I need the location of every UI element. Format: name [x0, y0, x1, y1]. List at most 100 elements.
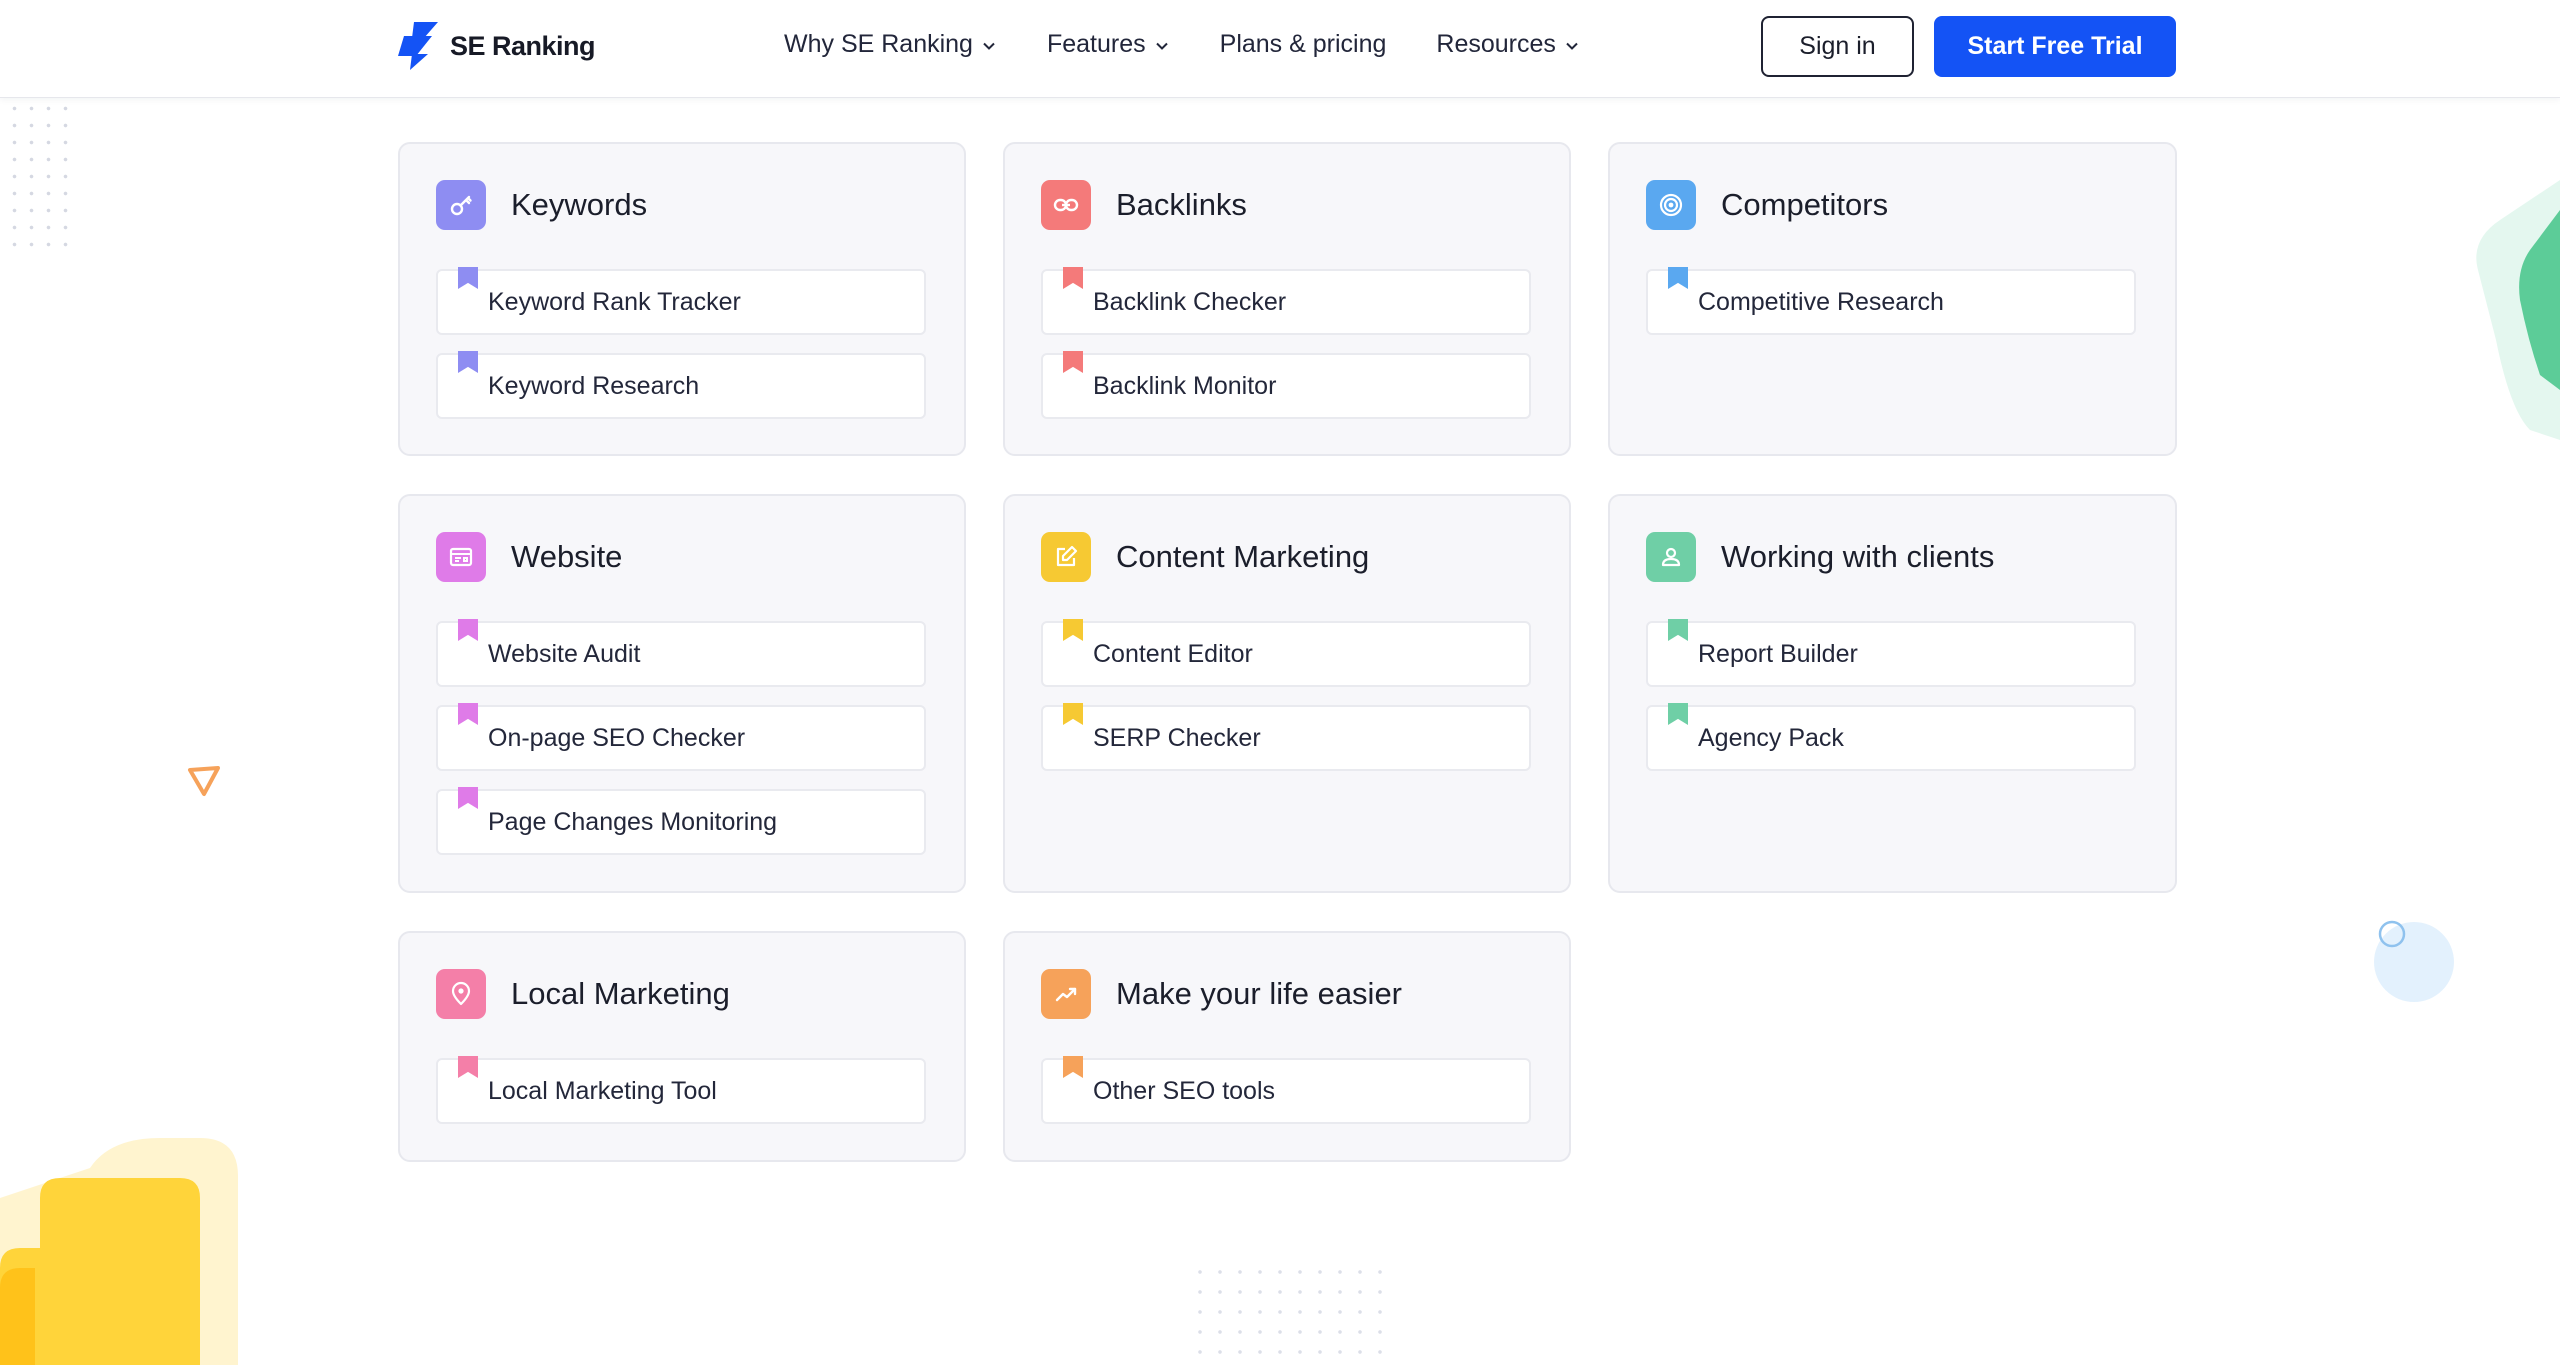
- tool-link-content-editor[interactable]: Content Editor: [1041, 619, 1531, 687]
- tool-link-agency-pack[interactable]: Agency Pack: [1646, 703, 2136, 771]
- tool-label: Backlink Monitor: [1093, 371, 1277, 400]
- tool-label: Backlink Checker: [1093, 287, 1287, 316]
- nav-plans-pricing[interactable]: Plans & pricing: [1220, 30, 1387, 59]
- card-header: Working with clients: [1646, 532, 1994, 582]
- chevron-down-icon: [1155, 42, 1168, 50]
- nav-label: Why SE Ranking: [784, 30, 973, 58]
- bookmark-icon: [458, 787, 478, 809]
- card-header: Local Marketing: [436, 969, 730, 1019]
- category-card-website: Website Website Audit On-page SEO Checke…: [398, 494, 966, 893]
- link-icon: [1041, 180, 1091, 230]
- bookmark-icon: [1063, 703, 1083, 725]
- bookmark-icon: [458, 703, 478, 725]
- category-card-local-marketing: Local Marketing Local Marketing Tool: [398, 931, 966, 1162]
- bubble-decoration: [2374, 920, 2454, 1002]
- tool-link-page-changes-monitoring[interactable]: Page Changes Monitoring: [436, 787, 926, 855]
- tool-link-website-audit[interactable]: Website Audit: [436, 619, 926, 687]
- bookmark-icon: [458, 619, 478, 641]
- tool-label: On-page SEO Checker: [488, 723, 746, 752]
- category-card-make-your-life-easier: Make your life easier Other SEO tools: [1003, 931, 1571, 1162]
- tool-label: Other SEO tools: [1093, 1076, 1276, 1105]
- category-card-backlinks: Backlinks Backlink Checker Backlink Moni…: [1003, 142, 1571, 456]
- tool-list: Other SEO tools: [1041, 1056, 1531, 1142]
- nav-resources[interactable]: Resources: [1436, 30, 1580, 59]
- bookmark-icon: [1063, 267, 1083, 289]
- nav-label: Resources: [1436, 30, 1556, 58]
- card-title: Competitors: [1721, 187, 1889, 222]
- tool-list: Content Editor SERP Checker: [1041, 619, 1531, 789]
- tool-label: Keyword Rank Tracker: [488, 287, 741, 316]
- tool-link-backlink-monitor[interactable]: Backlink Monitor: [1041, 351, 1531, 419]
- tool-label: Report Builder: [1698, 639, 1858, 668]
- edit-icon: [1041, 532, 1091, 582]
- card-title: Website: [511, 539, 623, 574]
- logo[interactable]: SE Ranking: [398, 22, 596, 70]
- card-title: Keywords: [511, 187, 648, 222]
- tool-label: Website Audit: [488, 639, 641, 668]
- tool-link-keyword-rank-tracker[interactable]: Keyword Rank Tracker: [436, 267, 926, 335]
- card-title: Local Marketing: [511, 976, 730, 1011]
- logo-text: SE Ranking: [450, 30, 596, 61]
- bookmark-icon: [458, 1056, 478, 1078]
- tool-link-on-page-seo-checker[interactable]: On-page SEO Checker: [436, 703, 926, 771]
- chevron-down-icon: [983, 42, 995, 50]
- nav-label: Plans & pricing: [1219, 30, 1387, 58]
- tool-link-report-builder[interactable]: Report Builder: [1646, 619, 2136, 687]
- triangle-outline-decoration: [188, 766, 220, 796]
- dot-pattern-decoration: [1190, 1262, 1390, 1362]
- tool-list: Backlink Checker Backlink Monitor: [1041, 267, 1531, 437]
- category-card-content-marketing: Content Marketing Content Editor SERP Ch…: [1003, 494, 1571, 893]
- target-icon: [1646, 180, 1696, 230]
- main-nav: Why SE Ranking Features Plans & pricing …: [784, 30, 1580, 59]
- tool-link-competitive-research[interactable]: Competitive Research: [1646, 267, 2136, 335]
- category-card-working-with-clients: Working with clients Report Builder Agen…: [1608, 494, 2177, 893]
- user-icon: [1646, 532, 1696, 582]
- map-pin-icon: [436, 969, 486, 1019]
- tool-link-backlink-checker[interactable]: Backlink Checker: [1041, 267, 1531, 335]
- card-title: Working with clients: [1721, 539, 1995, 574]
- sign-in-button[interactable]: Sign in: [1761, 16, 1914, 77]
- tool-link-other-seo-tools[interactable]: Other SEO tools: [1041, 1056, 1531, 1124]
- tool-label: Content Editor: [1093, 639, 1253, 668]
- tool-label: Local Marketing Tool: [488, 1076, 717, 1105]
- key-icon: [436, 180, 486, 230]
- category-card-competitors: Competitors Competitive Research: [1608, 142, 2177, 456]
- card-header: Website: [436, 532, 622, 582]
- start-free-trial-button[interactable]: Start Free Trial: [1934, 16, 2176, 77]
- category-card-keywords: Keywords Keyword Rank Tracker Keyword Re…: [398, 142, 966, 456]
- tool-label: Competitive Research: [1698, 287, 1944, 316]
- logo-bolt-icon: [398, 22, 438, 70]
- nav-why-se-ranking[interactable]: Why SE Ranking: [784, 30, 997, 59]
- bookmark-icon: [1063, 351, 1083, 373]
- card-header: Make your life easier: [1041, 969, 1402, 1019]
- tool-label: Keyword Research: [488, 371, 700, 400]
- card-header: Competitors: [1646, 180, 1888, 230]
- nav-features[interactable]: Features: [1047, 30, 1170, 59]
- card-title: Make your life easier: [1116, 976, 1403, 1011]
- bookmark-icon: [458, 267, 478, 289]
- tool-link-keyword-research[interactable]: Keyword Research: [436, 351, 926, 419]
- bookmark-icon: [1668, 619, 1688, 641]
- card-header: Content Marketing: [1041, 532, 1369, 582]
- bookmark-icon: [458, 351, 478, 373]
- dot-pattern-decoration: [6, 100, 74, 250]
- tool-label: Page Changes Monitoring: [488, 807, 778, 836]
- tool-label: SERP Checker: [1093, 723, 1261, 752]
- tool-link-serp-checker[interactable]: SERP Checker: [1041, 703, 1531, 771]
- site-header: SE Ranking Why SE Ranking Features Plans…: [0, 0, 2560, 98]
- tool-list: Website Audit On-page SEO Checker Page C…: [436, 619, 926, 873]
- bookmark-icon: [1063, 619, 1083, 641]
- bookmark-icon: [1668, 703, 1688, 725]
- yellow-chart-decoration: [0, 1138, 238, 1365]
- tool-link-local-marketing-tool[interactable]: Local Marketing Tool: [436, 1056, 926, 1124]
- tool-list: Competitive Research: [1646, 267, 2136, 353]
- card-header: Backlinks: [1041, 180, 1247, 230]
- tool-label: Agency Pack: [1698, 723, 1844, 752]
- card-header: Keywords: [436, 180, 647, 230]
- card-title: Backlinks: [1116, 187, 1247, 222]
- card-title: Content Marketing: [1116, 539, 1370, 574]
- nav-label: Features: [1046, 30, 1146, 58]
- tool-list: Local Marketing Tool: [436, 1056, 926, 1142]
- green-shape-decoration: [2476, 180, 2560, 440]
- tool-list: Report Builder Agency Pack: [1646, 619, 2136, 789]
